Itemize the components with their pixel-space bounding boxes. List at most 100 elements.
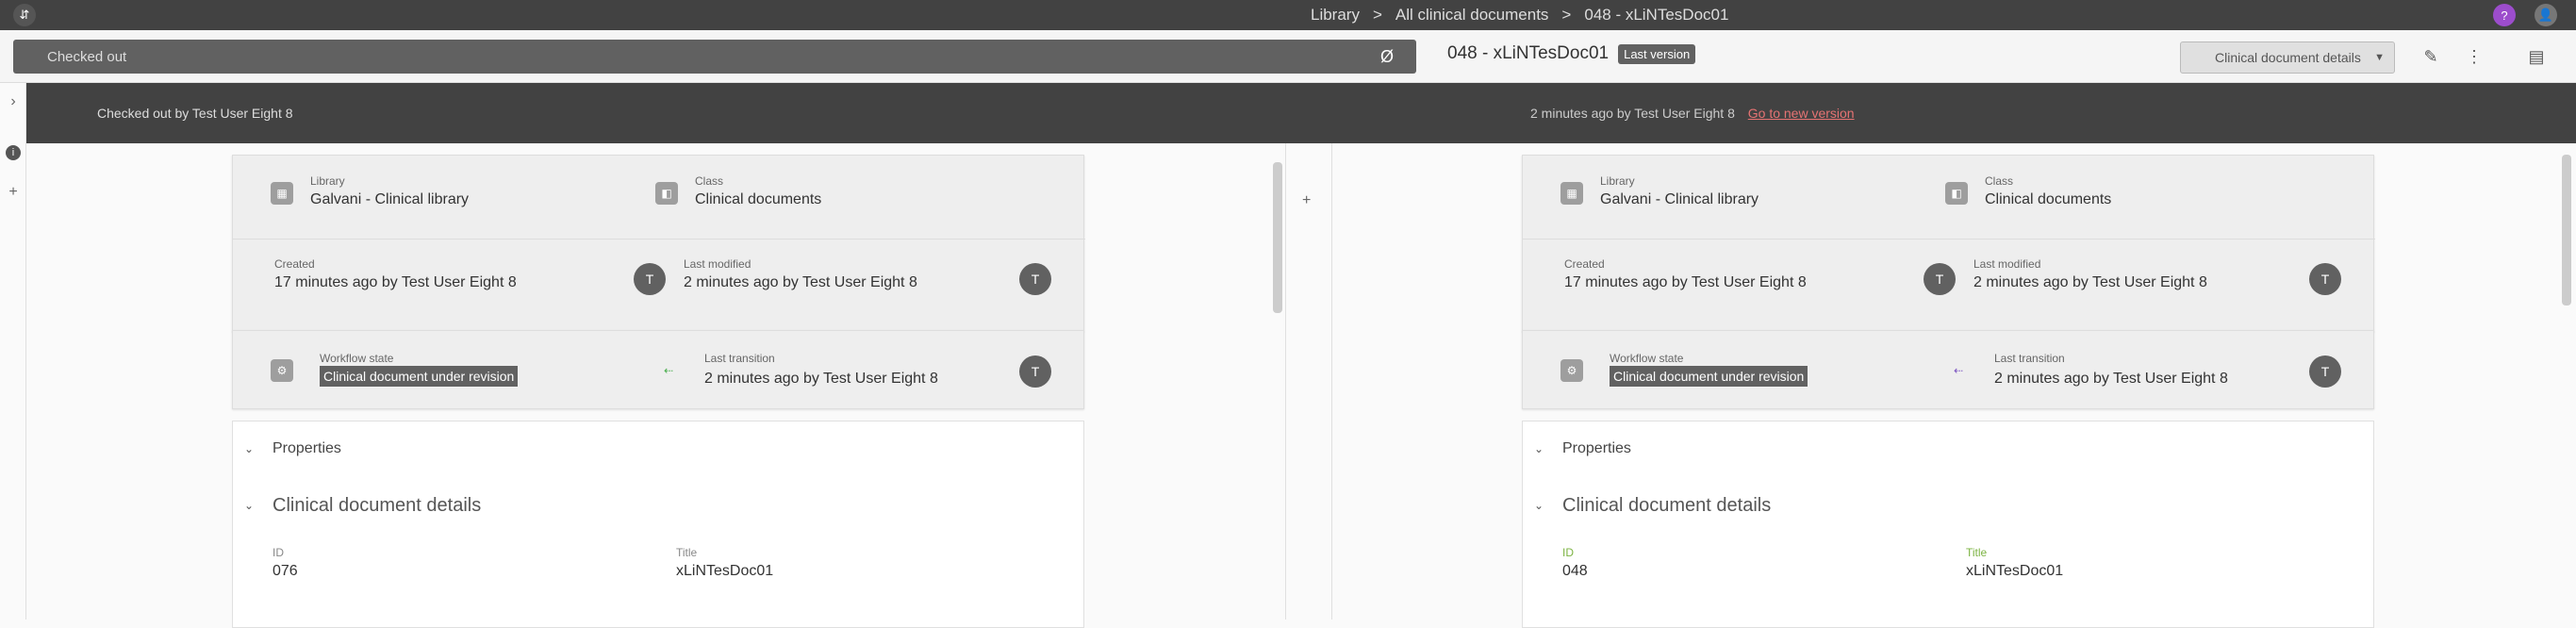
version-badge: Last version [1618, 43, 1696, 64]
breadcrumb-separator: > [1372, 6, 1382, 24]
library-value: Galvani - Clinical library [1600, 191, 1759, 207]
library-label: Library [310, 174, 345, 188]
avatar[interactable]: T [634, 263, 666, 295]
workflow-value: Clinical document under revision [1610, 366, 1808, 387]
class-label: Class [695, 174, 724, 188]
class-icon: ◧ [655, 182, 678, 205]
modified-label: Last modified [1973, 257, 2041, 271]
avatar[interactable]: T [2309, 263, 2341, 295]
created-label: Created [274, 257, 315, 271]
class-value: Clinical documents [695, 191, 822, 207]
created-label: Created [1564, 257, 1605, 271]
add-icon[interactable]: + [1302, 192, 1311, 209]
section-title[interactable]: Clinical document details [272, 495, 481, 517]
created-value: 17 minutes ago by Test User Eight 8 [1564, 274, 1807, 290]
compare-bar[interactable]: Checked out Ø [13, 40, 1416, 74]
title-value: xLiNTesDoc01 [1966, 563, 2064, 579]
document-title: 048 - xLiNTesDoc01 Last version [1447, 43, 1696, 64]
left-compare-pane: ▦ Library Galvani - Clinical library ◧ C… [26, 143, 1285, 628]
modified-label: Last modified [684, 257, 751, 271]
right-compare-pane: ▦ Library Galvani - Clinical library ◧ C… [1332, 143, 2576, 628]
compare-right-label: Ø [1380, 46, 1395, 66]
transition-icon: ⇠ [1953, 364, 1964, 377]
panel-icon[interactable]: ▤ [2525, 45, 2548, 68]
breadcrumb: Library > All clinical documents > 048 -… [1311, 0, 1728, 30]
id-value: 076 [272, 563, 298, 579]
class-icon: ◧ [1945, 182, 1968, 205]
new-version-info: 2 minutes ago by Test User Eight 8 Go to… [1530, 106, 1855, 121]
chevron-down-icon[interactable]: ⌄ [244, 499, 254, 512]
properties-header[interactable]: Properties [272, 440, 341, 457]
left-rail: › i + [0, 83, 26, 620]
library-label: Library [1600, 174, 1635, 188]
class-value: Clinical documents [1985, 191, 2112, 207]
workflow-label: Workflow state [320, 352, 394, 365]
library-icon: ▦ [271, 182, 293, 205]
avatar[interactable]: T [1019, 355, 1051, 388]
add-icon[interactable]: + [6, 185, 21, 200]
info-icon[interactable]: i [6, 145, 21, 160]
title-value: xLiNTesDoc01 [676, 563, 774, 579]
library-icon: ▦ [1560, 182, 1583, 205]
id-label: ID [1562, 546, 1574, 559]
title-label: Title [676, 546, 698, 559]
transition-label: Last transition [704, 352, 775, 365]
chevron-down-icon[interactable]: ⌄ [1534, 442, 1544, 455]
right-scrollbar[interactable] [2562, 155, 2571, 306]
chevron-icon[interactable]: ⇵ [13, 4, 36, 26]
section-title[interactable]: Clinical document details [1562, 495, 1771, 517]
modified-value: 2 minutes ago by Test User Eight 8 [1973, 274, 2207, 290]
more-icon[interactable]: ⋮ [2463, 45, 2485, 68]
new-version-text: 2 minutes ago by Test User Eight 8 [1530, 106, 1735, 121]
class-label: Class [1985, 174, 2014, 188]
breadcrumb-separator: > [1561, 6, 1572, 24]
expand-icon[interactable]: › [6, 94, 21, 109]
user-icon[interactable]: 👤 [2535, 4, 2557, 26]
transition-value: 2 minutes ago by Test User Eight 8 [1994, 371, 2228, 387]
workflow-card: ⚙ Workflow state Clinical document under… [1522, 330, 2374, 409]
transition-value: 2 minutes ago by Test User Eight 8 [704, 371, 938, 387]
workflow-label: Workflow state [1610, 352, 1684, 365]
divider [1523, 239, 2375, 240]
caret-down-icon: ▼ [2374, 52, 2385, 63]
info-card: ▦ Library Galvani - Clinical library ◧ C… [232, 155, 1085, 332]
workflow-badge: Clinical document under revision [320, 366, 519, 387]
checked-out-text: Checked out by Test User Eight 8 [97, 106, 293, 121]
edit-icon[interactable]: ✎ [2419, 45, 2442, 68]
details-menu-select[interactable]: Clinical document details ▼ [2180, 41, 2395, 74]
workflow-icon: ⚙ [271, 359, 293, 382]
workflow-value: Clinical document under revision [320, 366, 519, 387]
avatar[interactable]: T [1019, 263, 1051, 295]
status-banner: Checked out by Test User Eight 8 2 minut… [26, 83, 2576, 143]
transition-label: Last transition [1994, 352, 2065, 365]
avatar[interactable]: T [1924, 263, 1956, 295]
chevron-down-icon[interactable]: ⌄ [244, 442, 254, 455]
id-label: ID [272, 546, 284, 559]
divider [233, 239, 1085, 240]
doc-title-text: 048 - xLiNTesDoc01 [1447, 43, 1610, 63]
transition-icon: ⇠ [663, 364, 674, 377]
properties-header[interactable]: Properties [1562, 440, 1631, 457]
go-to-new-version-link[interactable]: Go to new version [1748, 106, 1855, 121]
modified-value: 2 minutes ago by Test User Eight 8 [684, 274, 917, 290]
workflow-badge: Clinical document under revision [1610, 366, 1808, 387]
avatar[interactable]: T [2309, 355, 2341, 388]
workflow-card: ⚙ Workflow state Clinical document under… [232, 330, 1084, 409]
top-bar: ⇵ Library > All clinical documents > 048… [0, 0, 2576, 30]
breadcrumb-all-clinical[interactable]: All clinical documents [1395, 6, 1549, 25]
breadcrumb-library[interactable]: Library [1311, 6, 1360, 25]
properties-panel: ⌄ Properties ⌄ Clinical document details… [1522, 421, 2374, 628]
details-menu-label: Clinical document details [2215, 50, 2361, 65]
title-label: Title [1966, 546, 1988, 559]
created-value: 17 minutes ago by Test User Eight 8 [274, 274, 517, 290]
compare-left-label: Checked out [47, 48, 127, 65]
pane-divider: + [1285, 143, 1332, 620]
breadcrumb-current: 048 - xLiNTesDoc01 [1584, 6, 1729, 24]
workflow-icon: ⚙ [1560, 359, 1583, 382]
left-scrollbar[interactable] [1273, 162, 1282, 313]
library-value: Galvani - Clinical library [310, 191, 470, 207]
chevron-down-icon[interactable]: ⌄ [1534, 499, 1544, 512]
properties-panel: ⌄ Properties ⌄ Clinical document details… [232, 421, 1084, 628]
info-card: ▦ Library Galvani - Clinical library ◧ C… [1522, 155, 2375, 332]
help-icon[interactable]: ? [2493, 4, 2516, 26]
